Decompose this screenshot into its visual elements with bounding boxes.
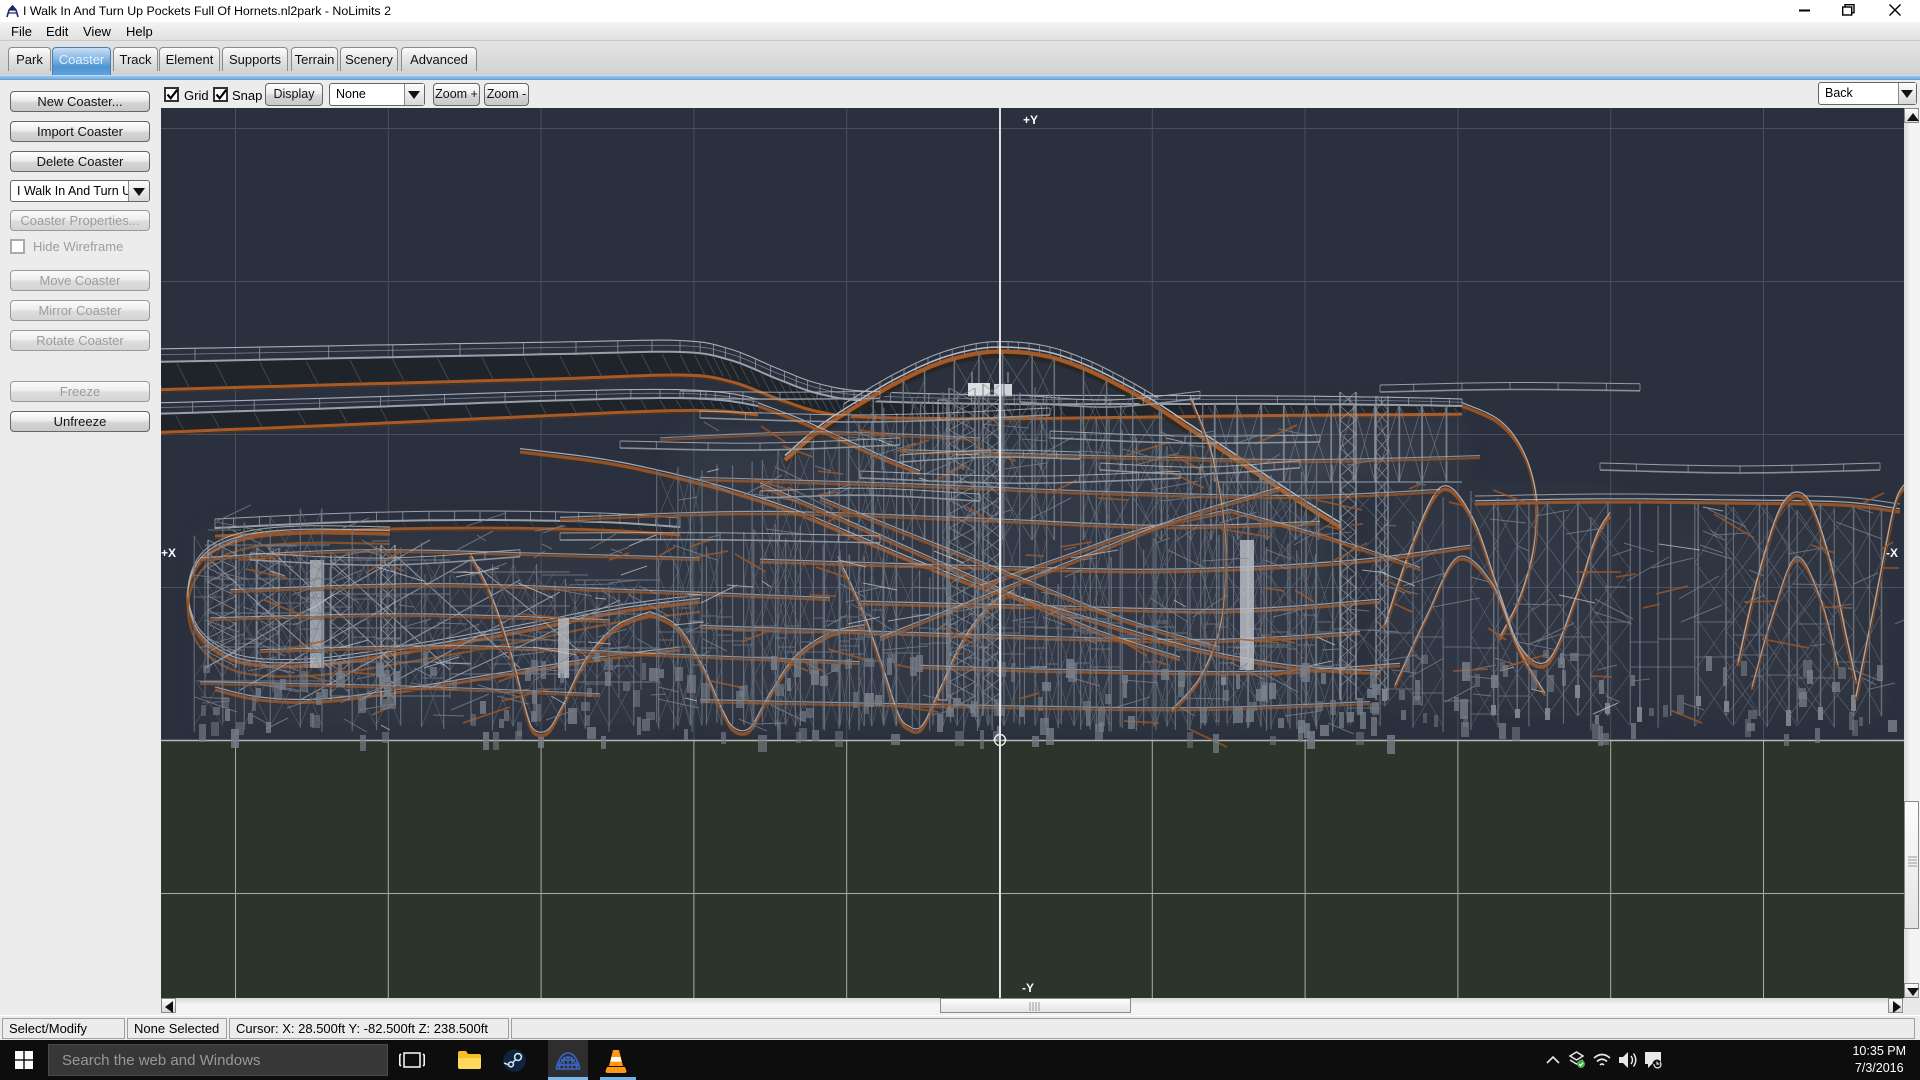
svg-text:-Y: -Y <box>1022 981 1034 995</box>
svg-text:-X: -X <box>1886 546 1898 560</box>
svg-text:+Y: +Y <box>1023 113 1038 127</box>
svg-text:+X: +X <box>161 546 176 560</box>
